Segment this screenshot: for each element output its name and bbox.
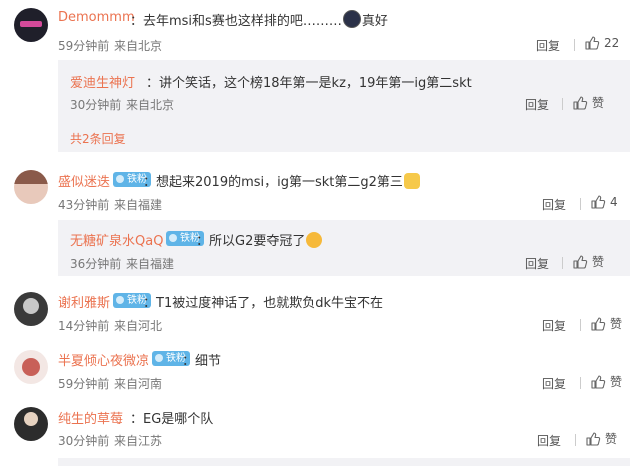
thumbs-up-icon	[590, 194, 606, 210]
reply-button[interactable]: 回复	[537, 432, 561, 449]
sub-comment-text-part: ：所以G2要夺冠了	[196, 234, 306, 249]
avatar[interactable]	[14, 170, 48, 204]
divider	[580, 377, 581, 389]
comment-text-part: ：想起来2019的msi，ig第一skt第二g2第三	[143, 175, 403, 190]
comment-username[interactable]: 谢利雅斯	[58, 292, 110, 311]
face-emoji-icon	[342, 10, 361, 28]
like-button[interactable]: 赞	[572, 94, 604, 111]
like-count: 4	[610, 195, 618, 209]
comment-location: 来自河南	[114, 377, 163, 391]
avatar[interactable]	[14, 292, 48, 326]
sub-comment-time: 36分钟前	[70, 257, 122, 271]
like-button[interactable]: 22	[584, 35, 619, 51]
sub-comment-location: 来自福建	[126, 257, 175, 271]
view-more-replies-link[interactable]: 共2条回复	[70, 130, 126, 147]
comment-time: 14分钟前	[58, 319, 110, 333]
divider	[580, 198, 581, 210]
thumbs-up-icon	[572, 95, 588, 111]
thumbs-up-icon	[585, 431, 601, 447]
comment-text: ：去年msi和s赛也这样排的吧……… 真好	[130, 10, 388, 29]
comment-text-part: ：去年msi和s赛也这样排的吧………	[130, 14, 342, 29]
like-label: 赞	[605, 432, 618, 446]
comment-time: 43分钟前	[58, 198, 110, 212]
avatar[interactable]	[14, 8, 48, 42]
divider	[562, 257, 563, 269]
divider	[580, 319, 581, 331]
comment-location: 来自北京	[114, 39, 163, 53]
comment-text: ：EG是哪个队	[130, 412, 214, 427]
divider	[562, 98, 563, 110]
sub-comment-time: 30分钟前	[70, 98, 122, 112]
like-button[interactable]: 赞	[572, 253, 604, 270]
like-count: 22	[604, 36, 620, 50]
like-label: 赞	[610, 375, 623, 389]
comment-username[interactable]: 半夏倾心夜微凉	[58, 350, 149, 369]
avatar[interactable]	[14, 407, 48, 441]
wink-emoji-icon	[306, 232, 323, 248]
like-button[interactable]: 赞	[590, 315, 622, 332]
thumbs-up-icon	[590, 316, 606, 332]
sub-comment-text: ：所以G2要夺冠了	[196, 230, 323, 249]
comment-time: 59分钟前	[58, 39, 110, 53]
thumbs-up-icon	[584, 35, 600, 51]
bottom-sub-area-edge	[58, 458, 630, 466]
reply-button[interactable]: 回复	[525, 255, 549, 272]
reply-button[interactable]: 回复	[542, 375, 566, 392]
reply-button[interactable]: 回复	[536, 37, 560, 54]
comment-location: 来自福建	[114, 198, 163, 212]
comment-location: 来自河北	[114, 319, 163, 333]
comment-text: ：T1被过度神话了，也就欺负dk牛宝不在	[143, 296, 383, 311]
like-button[interactable]: 4	[590, 194, 618, 210]
comment-username[interactable]: 盛似迷迭	[58, 171, 110, 190]
reply-button[interactable]: 回复	[542, 317, 566, 334]
like-label: 赞	[592, 96, 605, 110]
cat-emoji-icon	[403, 173, 420, 189]
sub-comment-location: 来自北京	[126, 98, 175, 112]
avatar[interactable]	[14, 350, 48, 384]
sub-comment-username[interactable]: 爱迪生神灯	[70, 72, 135, 91]
divider	[574, 39, 575, 51]
thumbs-up-icon	[590, 374, 606, 390]
reply-button[interactable]: 回复	[542, 196, 566, 213]
comment-time: 30分钟前	[58, 434, 110, 448]
like-button[interactable]: 赞	[590, 373, 622, 390]
comment-username[interactable]: Demommm	[58, 10, 135, 25]
sub-comment-username[interactable]: 无糖矿泉水QaQ	[70, 230, 163, 249]
comment-time: 59分钟前	[58, 377, 110, 391]
reply-button[interactable]: 回复	[525, 96, 549, 113]
sub-comment-text: ：讲个笑话，这个榜18年第一是kz，19年第一ig第二skt	[146, 76, 472, 91]
like-button[interactable]: 赞	[585, 430, 617, 447]
divider	[575, 434, 576, 446]
comment-username[interactable]: 纯生的草莓	[58, 408, 123, 427]
like-label: 赞	[592, 255, 605, 269]
thumbs-up-icon	[572, 254, 588, 270]
like-label: 赞	[610, 317, 623, 331]
comment-location: 来自江苏	[114, 434, 163, 448]
comment-text-part: 真好	[361, 14, 388, 29]
comment-text: ：想起来2019的msi，ig第一skt第二g2第三	[143, 171, 421, 190]
comment-text: ：细节	[182, 354, 222, 369]
